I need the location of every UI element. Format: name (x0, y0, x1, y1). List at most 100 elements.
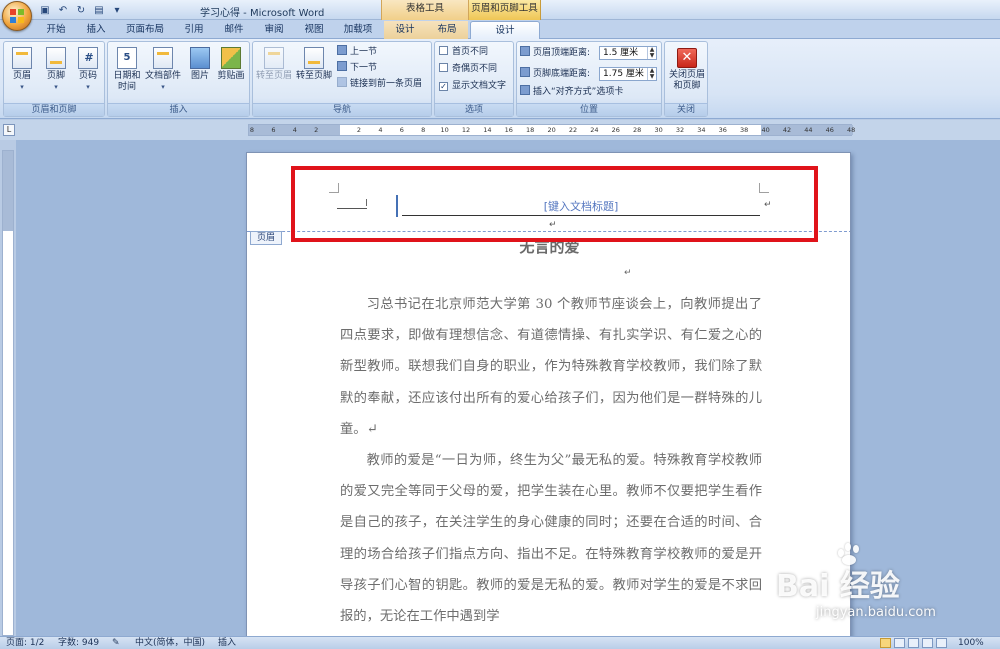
header-tag: 页眉 (250, 231, 282, 245)
goto-footer-button[interactable]: 转至页脚 (295, 45, 333, 103)
group-close: ✕ 关闭页眉和页脚 关闭 (664, 41, 708, 117)
ruler-tick-label: 26 (611, 126, 620, 134)
different-first-page-box[interactable] (439, 46, 448, 55)
close-header-footer-label: 关闭页眉和页脚 (668, 70, 705, 91)
body-paragraph[interactable]: 教师的爱是“一日为师，终生为父”最无私的爱。特殊教育学校教师的爱又完全等同于父母… (340, 445, 762, 632)
spin-arrows-icon[interactable]: ▲ ▼ (647, 68, 656, 80)
quick-parts-button[interactable]: 文档部件 ▾ (144, 45, 182, 103)
tab-header-footer-design[interactable]: 设计 (470, 21, 540, 40)
status-language[interactable]: 中文(简体，中国) (135, 637, 205, 649)
window-title: 学习心得 - Microsoft Word (200, 8, 325, 19)
page-number-button[interactable]: 页码 ▾ (72, 45, 104, 103)
status-insert-mode[interactable]: 插入 (218, 637, 236, 649)
tab-addins[interactable]: 加载项 (338, 21, 378, 39)
tab-selector-icon[interactable]: L (3, 124, 15, 136)
different-first-page-label: 首页不同 (452, 47, 489, 57)
spin-arrows-icon[interactable]: ▲ ▼ (647, 47, 656, 59)
baidu-jingyan-watermark: Bai 经验 jingyan.baidu.com (776, 543, 976, 623)
tab-mailings[interactable]: 邮件 (218, 21, 250, 39)
footer-from-bottom-input[interactable]: 1.75 厘米 ▲ ▼ (599, 67, 657, 81)
header-from-top-input[interactable]: 1.5 厘米 ▲ ▼ (599, 46, 657, 60)
picture-button[interactable]: 图片 (184, 45, 216, 103)
different-odd-even-box[interactable] (439, 63, 448, 72)
footer-from-bottom-label: 页脚底端距离: (533, 69, 591, 79)
tab-home[interactable]: 开始 (40, 21, 72, 39)
vertical-ruler[interactable] (2, 150, 14, 636)
status-page[interactable]: 页面: 1/2 (6, 637, 44, 649)
ruler-tick-label: 46 (825, 126, 834, 134)
header-position-icon (520, 46, 530, 56)
proofing-icon[interactable]: ✎ (112, 637, 120, 649)
ruler-tick-label: 18 (526, 126, 535, 134)
ruler-tick-label: 4 (378, 126, 383, 134)
ruler-tick-label: 14 (483, 126, 492, 134)
different-odd-even-checkbox[interactable]: 奇偶页不同 (439, 62, 497, 76)
print-layout-view-icon[interactable] (880, 638, 891, 648)
tab-view[interactable]: 视图 (298, 21, 330, 39)
tab-page-layout[interactable]: 页面布局 (120, 21, 170, 39)
group-insert: 5 日期和时间 文档部件 ▾ 图片 剪贴画 插入 (107, 41, 250, 117)
quick-parts-icon (153, 47, 173, 69)
print-preview-icon[interactable]: ▤ (92, 3, 106, 17)
customize-qat-icon[interactable]: ▾ (110, 3, 124, 17)
vruler-top-margin (3, 151, 13, 231)
header-dropdown-icon: ▾ (20, 83, 24, 91)
footer-label: 页脚 (46, 71, 65, 81)
link-previous-button[interactable]: 链接到前一条页眉 (337, 77, 422, 91)
horizontal-ruler[interactable]: 8 6 4 2 2 4 6 8 10 12 14 16 18 20 22 24 26 28 30 32 34 36 38 40… (248, 124, 855, 136)
ruler-tick-label: 32 (675, 126, 685, 134)
web-layout-icon[interactable] (908, 638, 919, 648)
body-paragraph[interactable]: 习总书记在北京师范大学第 30 个教师节座谈会上，向教师提出了四点要求，即做有理… (340, 289, 762, 445)
quick-access-toolbar: ▣ ↶ ↻ ▤ ▾ (38, 3, 124, 17)
prev-section-button[interactable]: 上一节 (337, 45, 377, 59)
context-table-tools: 表格工具 (381, 0, 469, 20)
context-header-footer-tools: 页眉和页脚工具 (469, 0, 541, 20)
show-document-text-checkbox[interactable]: ✓ 显示文档文字 (439, 79, 506, 93)
tab-review[interactable]: 审阅 (258, 21, 290, 39)
tab-insert[interactable]: 插入 (80, 21, 112, 39)
show-document-text-box[interactable]: ✓ (439, 82, 448, 91)
goto-header-button[interactable]: 转至页眉 (255, 45, 293, 103)
draft-view-icon[interactable] (936, 638, 947, 648)
ruler-tick-label: 36 (718, 126, 727, 134)
status-zoom[interactable]: 100% (958, 637, 984, 649)
status-word-count[interactable]: 字数: 949 (58, 637, 99, 649)
clip-art-button[interactable]: 剪贴画 (214, 45, 248, 103)
full-screen-reading-icon[interactable] (894, 638, 905, 648)
group-label-header-footer: 页眉和页脚 (4, 103, 104, 116)
office-button[interactable] (2, 1, 32, 31)
picture-label: 图片 (190, 71, 209, 81)
different-first-page-checkbox[interactable]: 首页不同 (439, 45, 488, 59)
ruler-tick-label: 38 (740, 126, 749, 134)
footer-button[interactable]: 页脚 ▾ (40, 45, 72, 103)
ribbon: 页眉 ▾ 页脚 ▾ 页码 ▾ 页眉和页脚 5 日期和时间 文档部件 ▾ 图片 (0, 39, 1000, 119)
ruler-tick-label: 2 (356, 126, 362, 134)
ruler-tick-label: 28 (633, 126, 642, 134)
tab-table-design[interactable]: 设计 (384, 21, 426, 39)
next-section-button[interactable]: 下一节 (337, 61, 377, 75)
date-time-label: 日期和时间 (113, 71, 141, 92)
insert-alignment-tab-button[interactable]: 插入“对齐方式”选项卡 (520, 85, 623, 99)
alignment-tab-icon (520, 85, 530, 95)
header-button[interactable]: 页眉 ▾ (6, 45, 38, 103)
ruler-tick-label: 34 (697, 126, 706, 134)
office-logo-icon (10, 9, 25, 24)
footer-from-bottom-value: 1.75 厘米 (603, 69, 644, 79)
group-label-options: 选项 (435, 103, 513, 116)
status-bar: 页面: 1/2 字数: 949 ✎ 中文(简体，中国) 插入 100% (0, 636, 1000, 649)
ruler-tick-label: 22 (568, 126, 578, 134)
undo-icon[interactable]: ↶ (56, 3, 70, 17)
date-time-button[interactable]: 5 日期和时间 (110, 45, 144, 103)
close-icon: ✕ (677, 48, 697, 68)
tab-references[interactable]: 引用 (178, 21, 210, 39)
outline-view-icon[interactable] (922, 638, 933, 648)
document-body[interactable]: 习总书记在北京师范大学第 30 个教师节座谈会上，向教师提出了四点要求，即做有理… (340, 289, 762, 632)
ruler-tick-label: 6 (271, 126, 276, 134)
link-previous-icon (337, 77, 347, 87)
save-icon[interactable]: ▣ (38, 3, 52, 17)
redo-icon[interactable]: ↻ (74, 3, 88, 17)
close-header-footer-button[interactable]: ✕ 关闭页眉和页脚 (667, 45, 707, 103)
picture-icon (190, 47, 210, 69)
tab-table-layout[interactable]: 布局 (426, 21, 468, 39)
ruler-tick-label: 6 (399, 126, 404, 134)
